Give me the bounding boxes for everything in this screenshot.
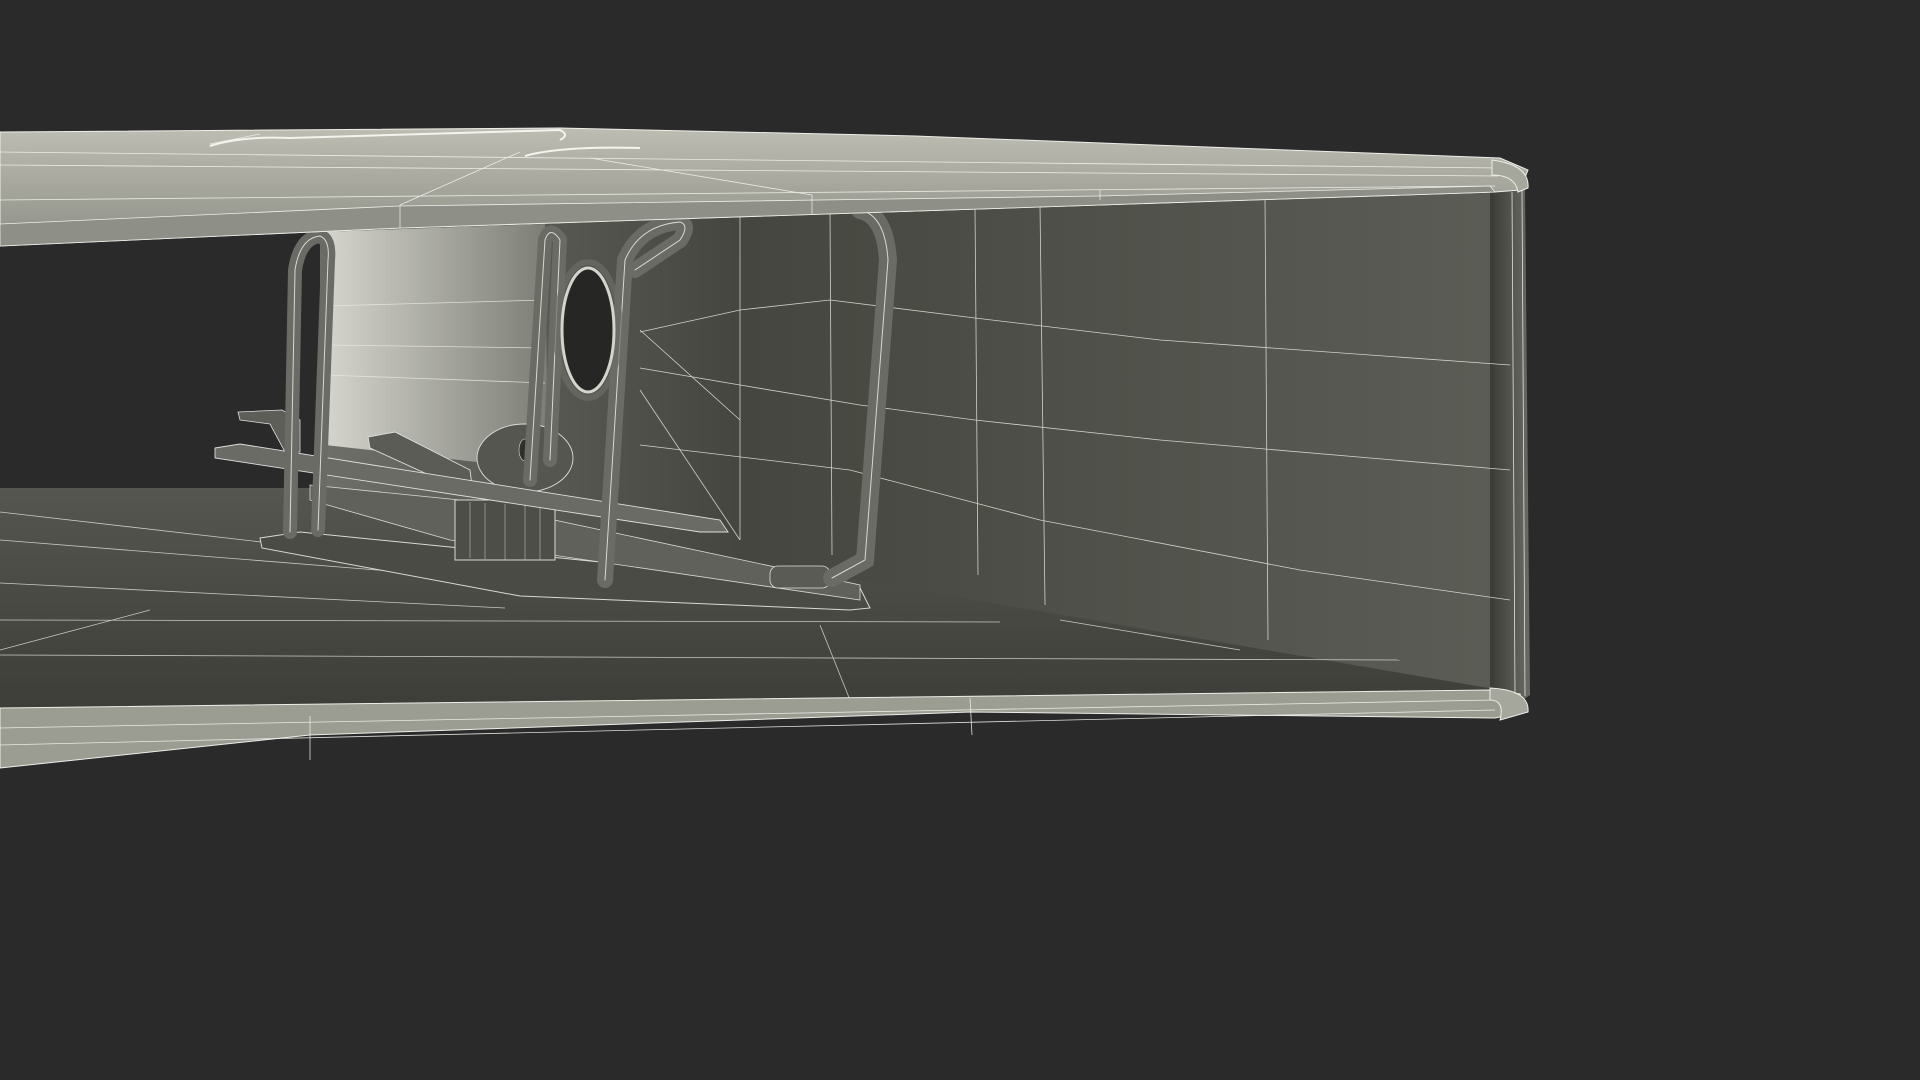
render-viewport xyxy=(0,0,1568,882)
folder-spine xyxy=(1490,185,1530,712)
mechanism-hinge xyxy=(769,565,831,589)
finger-hole xyxy=(560,266,616,394)
wireframe-render xyxy=(0,0,1568,882)
